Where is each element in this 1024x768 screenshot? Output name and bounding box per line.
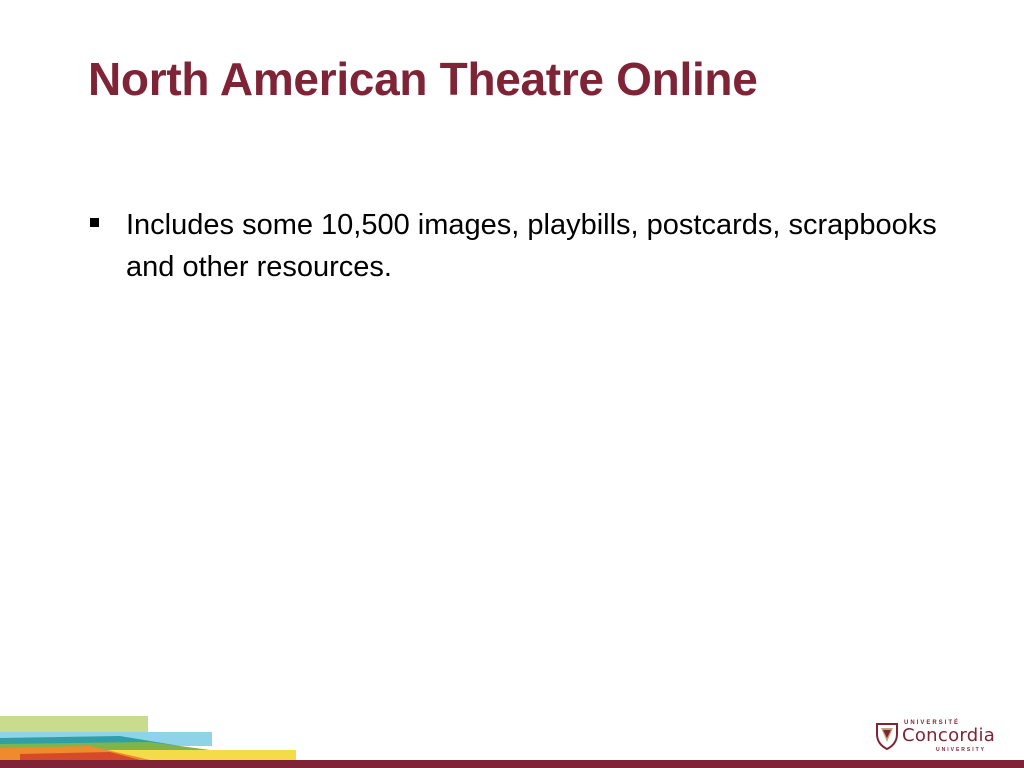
concordia-logo: UNIVERSITÉ Concordia UNIVERSITY: [876, 720, 1006, 756]
logo-bottom-text: UNIVERSITY: [936, 747, 987, 753]
logo-name: Concordia: [902, 725, 996, 746]
square-bullet-icon: [90, 218, 99, 227]
bullet-text: Includes some 10,500 images, playbills, …: [126, 209, 937, 283]
bullet-item: Includes some 10,500 images, playbills, …: [90, 204, 950, 288]
footer-bar: [0, 760, 1024, 768]
decorative-color-stripes: [0, 716, 296, 760]
slide-title: North American Theatre Online: [88, 53, 758, 105]
bullet-list: Includes some 10,500 images, playbills, …: [90, 204, 950, 288]
concordia-shield-icon: [876, 723, 898, 750]
